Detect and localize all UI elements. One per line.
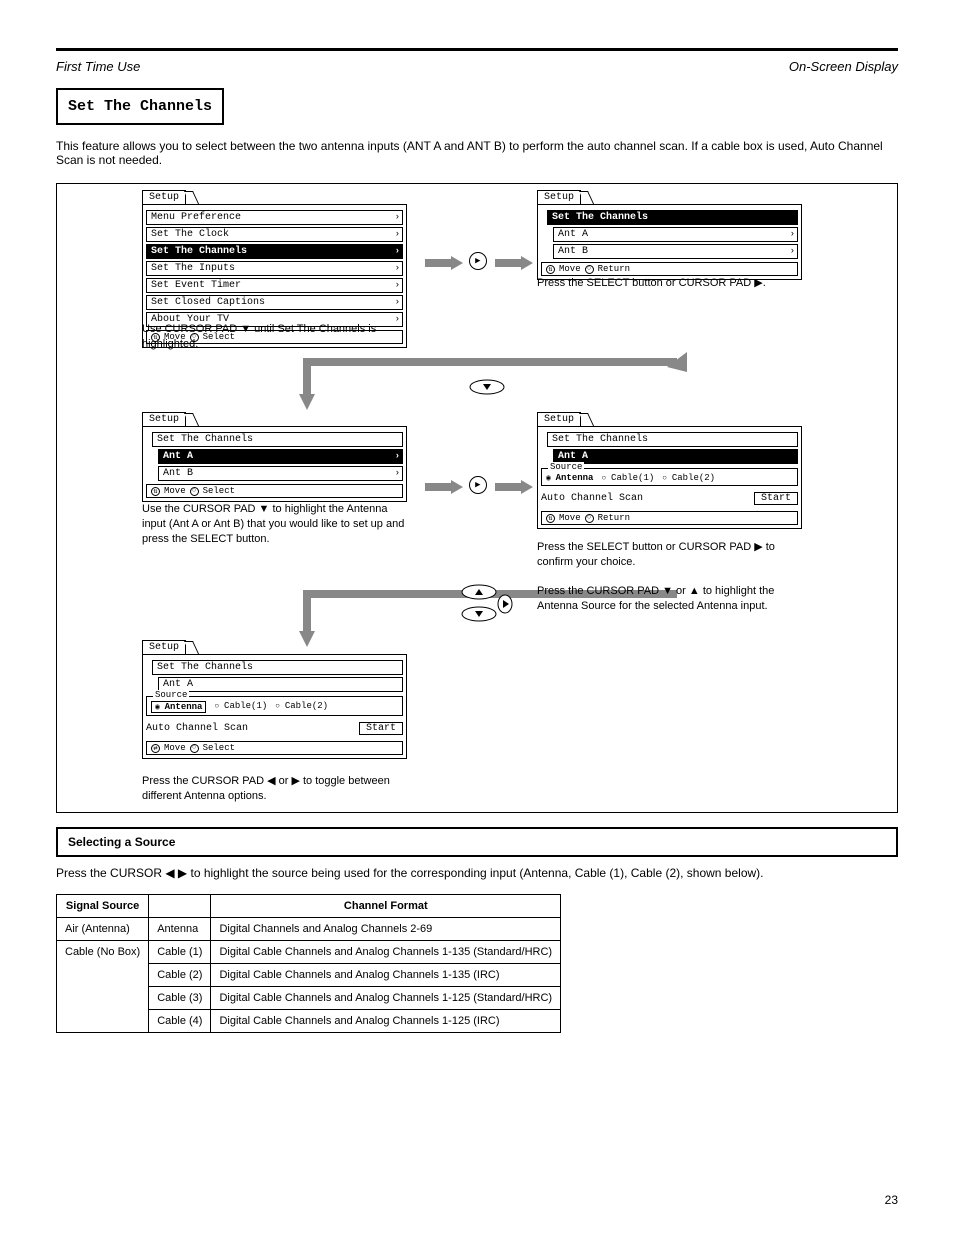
osd-ant-a-source: Setup Set The Channels Ant A Source Ante… (142, 640, 407, 759)
cursor-up-icon (461, 584, 497, 600)
selecting-source-text: Press the CURSOR ◀ ▶ to highlight the so… (56, 865, 898, 882)
header-left: First Time Use (56, 59, 140, 74)
selecting-source-title: Selecting a Source (56, 827, 898, 857)
page-number: 23 (885, 1193, 898, 1207)
caption-4: Press the SELECT button or CURSOR PAD ▶ … (537, 540, 802, 570)
caption-1: Use CURSOR PAD ▼ until Set The Channels … (142, 322, 407, 352)
section-title: Set The Channels (56, 88, 224, 125)
arrow-right-icon (425, 256, 463, 270)
osd-ant-a-detail: Setup Set The Channels Ant A Source Ante… (537, 412, 802, 529)
caption-2: Press the SELECT button or CURSOR PAD ▶. (537, 276, 802, 291)
select-button-icon: ▶ (469, 476, 487, 494)
cursor-right-icon (495, 594, 515, 614)
osd-set-channels: Setup Set The Channels Ant A› Ant B› ⇅Mo… (537, 190, 802, 280)
caption-3: Use the CURSOR PAD ▼ to highlight the An… (142, 502, 407, 547)
arrow-right-icon (495, 256, 533, 270)
caption-5: Press the CURSOR PAD ▼ or ▲ to highlight… (537, 584, 802, 614)
arrow-right-icon (425, 480, 463, 494)
source-table: Signal Source Channel Format Air (Antenn… (56, 894, 561, 1033)
select-button-icon: ▶ (469, 252, 487, 270)
osd-ant-select: Setup Set The Channels Ant A› Ant B› ⇅Mo… (142, 412, 407, 502)
intro-text: This feature allows you to select betwee… (56, 139, 898, 167)
caption-6: Press the CURSOR PAD ◀ or ▶ to toggle be… (142, 774, 407, 804)
flow-diagram: Setup Menu Preference› Set The Clock› Se… (56, 183, 898, 813)
cursor-down-icon (461, 606, 497, 622)
arrow-right-icon (495, 480, 533, 494)
cursor-down-icon (469, 379, 505, 395)
header-right: On-Screen Display (789, 59, 898, 74)
